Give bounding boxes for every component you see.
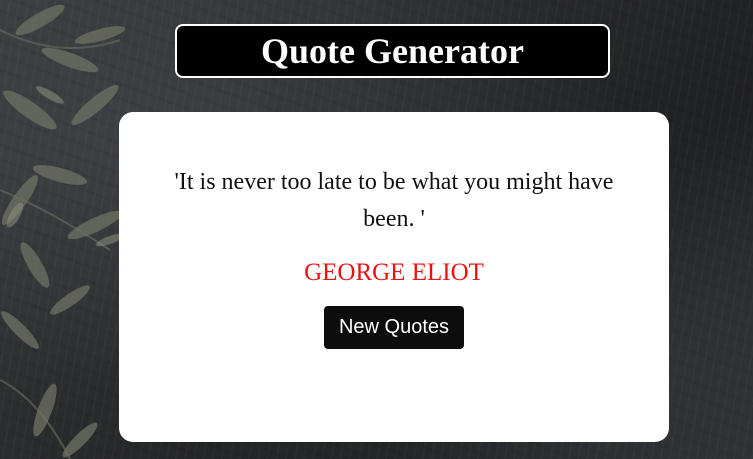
page-title: Quote Generator [261, 31, 524, 71]
quote-author: GEORGE ELIOT [304, 259, 484, 286]
new-quotes-button[interactable]: New Quotes [323, 306, 465, 349]
quote-text: 'It is never too late to be what you mig… [174, 169, 614, 232]
title-banner: Quote Generator [175, 24, 610, 78]
quote-card: 'It is never too late to be what you mig… [119, 112, 669, 442]
